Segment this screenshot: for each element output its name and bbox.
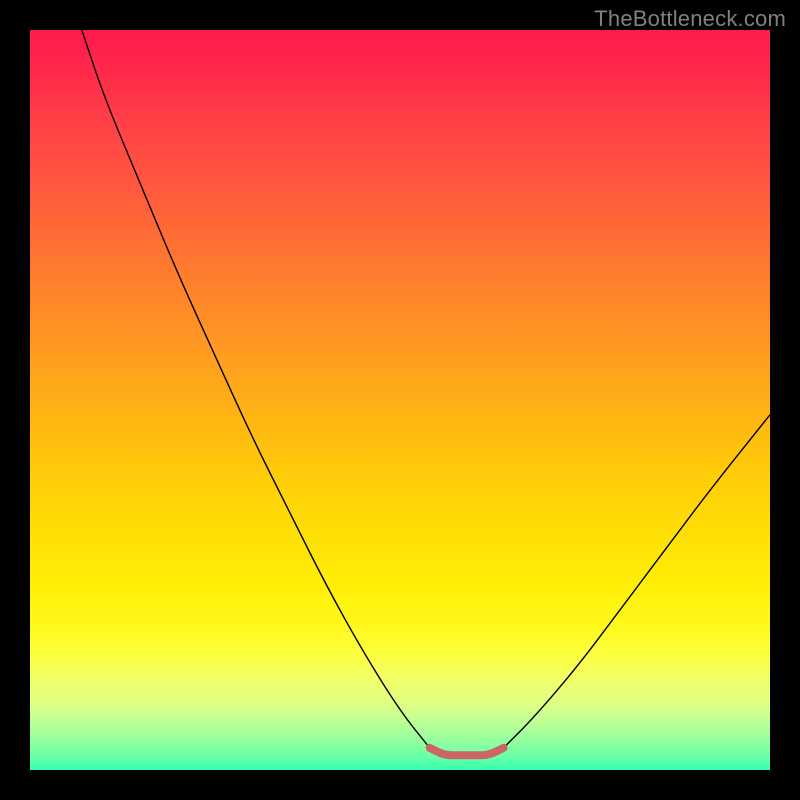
watermark-label: TheBottleneck.com: [594, 6, 786, 32]
plot-area: [30, 30, 770, 770]
optimal-flat: [430, 748, 504, 755]
right-curve: [504, 415, 770, 748]
curve-layer: [30, 30, 770, 770]
left-curve: [82, 30, 430, 748]
chart-root: TheBottleneck.com: [0, 0, 800, 800]
